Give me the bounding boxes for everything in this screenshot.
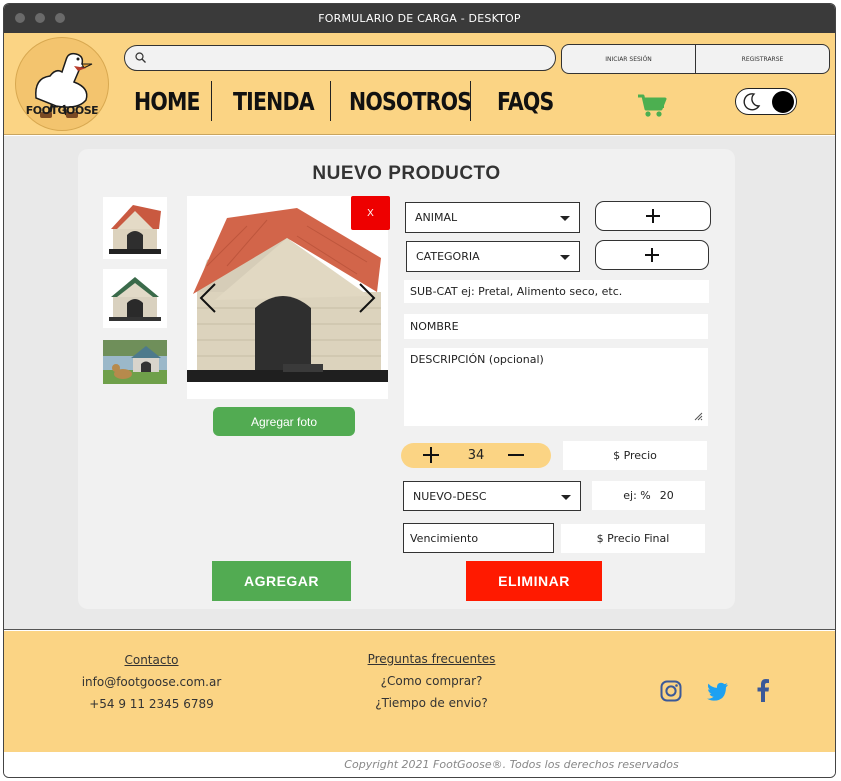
add-animal-button[interactable] — [595, 201, 711, 231]
nav-separator — [330, 81, 331, 121]
description-placeholder: DESCRIPCIÓN (opcional) — [410, 353, 544, 366]
page-title: NUEVO PRODUCTO — [312, 163, 501, 184]
plus-icon[interactable] — [423, 446, 439, 464]
nav-item-tienda[interactable]: TIENDA — [233, 87, 315, 116]
site-header: FOOTGOOSE INICIAR SESIÓN REGISTRARSE HOM… — [4, 33, 835, 135]
description-textarea[interactable]: DESCRIPCIÓN (opcional) — [404, 348, 708, 426]
resize-icon[interactable] — [694, 412, 703, 421]
chevron-down-icon — [560, 255, 570, 260]
product-form-card: NUEVO PRODUCTO X Agregar foto ANIMAL CAT… — [78, 149, 735, 609]
nav-item-faqs[interactable]: FAQS — [497, 87, 554, 116]
main-content: NUEVO PRODUCTO X Agregar foto ANIMAL CAT… — [4, 136, 835, 630]
price-input[interactable]: $ Precio — [563, 441, 707, 470]
search-icon — [135, 52, 146, 63]
register-button[interactable]: REGISTRARSE — [695, 45, 829, 73]
animal-select[interactable]: ANIMAL — [405, 202, 580, 233]
nav-item-home[interactable]: HOME — [134, 87, 201, 116]
chevron-right-icon[interactable] — [358, 283, 376, 313]
nav-item-nosotros[interactable]: NOSOTROS — [349, 87, 472, 116]
nav-separator — [211, 81, 212, 121]
cart-icon[interactable] — [637, 93, 667, 119]
add-category-button[interactable] — [595, 240, 709, 270]
add-product-button[interactable]: AGREGAR — [212, 561, 351, 601]
browser-window: FORMULARIO DE CARGA - DESKTOP FOOTGOOSE — [3, 3, 836, 778]
logo-text: FOOTGOOSE — [25, 104, 99, 117]
chevron-down-icon — [560, 216, 570, 221]
goose-logo-graphic — [35, 52, 93, 118]
theme-toggle[interactable] — [735, 88, 797, 115]
chevron-left-icon[interactable] — [199, 283, 217, 313]
name-input[interactable]: NOMBRE — [404, 314, 708, 339]
search-input[interactable] — [153, 49, 543, 67]
category-select-value: CATEGORIA — [416, 250, 480, 263]
window-title: FORMULARIO DE CARGA - DESKTOP — [318, 12, 521, 25]
subcategory-input[interactable]: SUB-CAT ej: Pretal, Alimento seco, etc. — [404, 280, 709, 303]
add-photo-button[interactable]: Agregar foto — [213, 407, 355, 436]
brand-logo[interactable]: FOOTGOOSE — [15, 37, 109, 131]
contact-phone: +54 9 11 2345 6789 — [89, 697, 214, 711]
contact-link[interactable]: Contacto — [64, 653, 239, 667]
login-button[interactable]: INICIAR SESIÓN — [562, 45, 695, 73]
nav-separator — [470, 81, 471, 121]
product-thumbnail[interactable] — [103, 269, 167, 328]
doghouse-with-dog-image — [103, 340, 167, 384]
plus-icon — [645, 248, 659, 262]
toggle-knob — [772, 91, 794, 113]
faq-link[interactable]: Preguntas frecuentes — [344, 652, 519, 666]
faq-shipping-time-link[interactable]: ¿Tiempo de envio? — [344, 696, 519, 710]
twitter-icon[interactable] — [707, 682, 729, 701]
title-bar: FORMULARIO DE CARGA - DESKTOP — [4, 4, 835, 33]
animal-select-value: ANIMAL — [415, 211, 458, 224]
chevron-down-icon — [561, 495, 571, 500]
expiry-input[interactable]: Vencimiento — [403, 523, 554, 553]
instagram-icon[interactable] — [660, 680, 682, 702]
facebook-icon[interactable] — [756, 678, 770, 702]
plus-icon — [646, 209, 660, 223]
remove-photo-button[interactable]: X — [351, 196, 390, 230]
discount-select[interactable]: NUEVO-DESC — [403, 481, 581, 511]
discount-input[interactable]: ej: % 20 — [592, 481, 705, 510]
copyright-text: Copyright 2021 FootGoose®. Todos los der… — [4, 752, 835, 777]
doghouse-image-red — [103, 197, 167, 259]
quantity-value[interactable]: 34 — [461, 448, 491, 463]
discount-prefix: ej: % — [623, 489, 651, 502]
product-thumbnail[interactable] — [103, 197, 167, 259]
discount-value: 20 — [659, 489, 674, 502]
site-footer: Contacto info@footgoose.com.ar +54 9 11 … — [4, 631, 835, 752]
faq-how-to-buy-link[interactable]: ¿Como comprar? — [344, 674, 519, 688]
contact-email: info@footgoose.com.ar — [81, 675, 222, 689]
search-bar[interactable] — [124, 45, 556, 71]
discount-select-value: NUEVO-DESC — [413, 489, 487, 503]
delete-product-button[interactable]: ELIMINAR — [466, 561, 602, 601]
quantity-stepper: 34 — [401, 443, 551, 468]
doghouse-image-green — [103, 269, 167, 328]
moon-icon — [743, 93, 761, 111]
category-select[interactable]: CATEGORIA — [406, 241, 580, 272]
product-thumbnail[interactable] — [103, 340, 167, 384]
minus-icon[interactable] — [508, 446, 524, 464]
auth-buttons: INICIAR SESIÓN REGISTRARSE — [561, 44, 830, 74]
final-price-input[interactable]: $ Precio Final — [561, 524, 705, 553]
